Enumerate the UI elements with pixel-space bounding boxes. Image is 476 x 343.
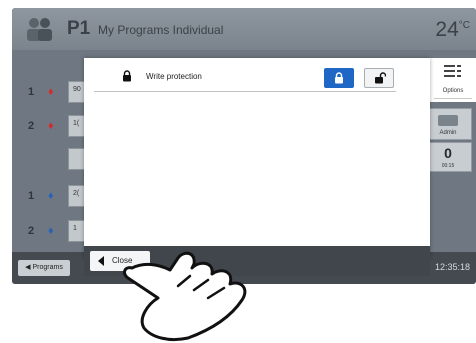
write-protection-label: Write protection <box>146 72 202 81</box>
blue-flag-icon: ♦ <box>48 190 54 202</box>
lock-icon <box>123 70 131 82</box>
list-item[interactable]: 2 ♦ <box>12 116 74 138</box>
program-id: P1 <box>67 18 91 39</box>
options-button[interactable]: Options <box>430 58 476 102</box>
users-icon[interactable] <box>22 14 56 44</box>
list-item[interactable]: 1 ♦ <box>12 82 74 104</box>
red-flag-icon: ♦ <box>48 120 54 132</box>
chevron-left-icon <box>98 256 104 266</box>
admin-button[interactable]: Admin <box>424 108 472 140</box>
divider <box>434 98 472 99</box>
cell-text: 90 <box>73 86 81 93</box>
program-name: My Programs Individual <box>98 23 224 37</box>
row-number: 2 <box>28 225 35 237</box>
row-number: 1 <box>28 86 35 98</box>
options-menu-icon <box>444 65 461 77</box>
temperature-unit: °C <box>458 20 470 31</box>
red-flag-icon: ♦ <box>48 86 54 98</box>
cell-text: 1 <box>73 225 77 232</box>
admin-label: Admin <box>439 130 457 136</box>
write-protection-on-button[interactable] <box>324 68 354 88</box>
blue-flag-icon: ♦ <box>48 225 54 237</box>
cell-text: 1( <box>73 120 80 127</box>
lock-closed-icon <box>335 72 343 84</box>
pointing-hand-icon <box>123 251 247 342</box>
temperature-readout: 24°C <box>435 18 470 42</box>
divider <box>94 91 396 92</box>
top-bar: P1 My Programs Individual 24°C <box>12 8 476 50</box>
options-label: Options <box>442 88 464 94</box>
row-number: 2 <box>28 120 35 132</box>
write-protection-dialog: Write protection <box>84 58 430 258</box>
admin-icon <box>438 115 458 126</box>
cell-text: 2( <box>73 190 80 197</box>
write-protection-off-button[interactable] <box>364 68 394 88</box>
programs-label: Programs <box>32 264 63 271</box>
list-item[interactable]: 1 ♦ <box>12 186 74 208</box>
counter-value: 0 <box>444 145 452 161</box>
list-item[interactable]: 2 ♦ <box>12 221 74 243</box>
programs-button[interactable]: ◀ Programs <box>18 260 70 276</box>
clock: 12:35:18 <box>434 262 470 272</box>
temperature-value: 24 <box>435 18 459 41</box>
row-number: 1 <box>28 190 35 202</box>
lock-open-icon <box>375 72 386 84</box>
counter-display: 0 00:15 <box>424 142 472 172</box>
counter-time: 00:15 <box>441 163 455 169</box>
